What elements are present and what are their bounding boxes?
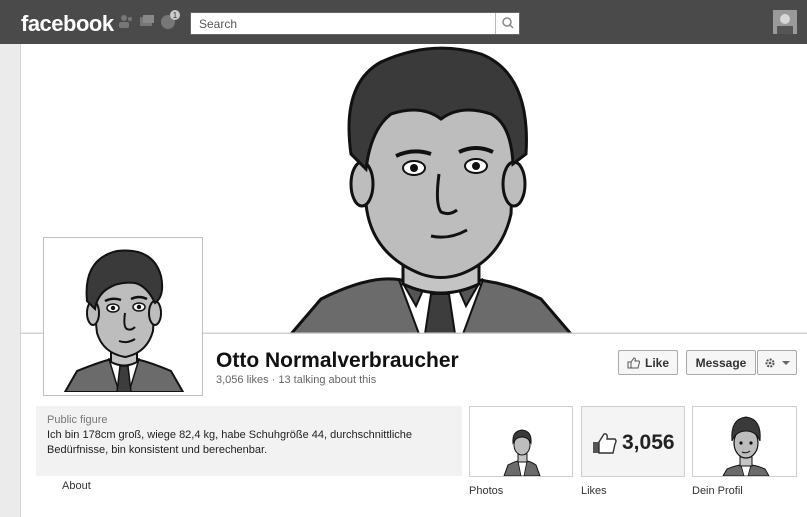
settings-dropdown-button[interactable] [757, 350, 797, 375]
profile-illustration [47, 241, 199, 392]
page-stats[interactable]: 3,056 likes · 13 talking about this [216, 374, 376, 386]
about-box[interactable]: Public figure Ich bin 178cm groß, wiege … [36, 406, 462, 476]
dein-profil-label[interactable]: Dein Profil [692, 485, 743, 497]
photos-tile[interactable] [469, 406, 573, 477]
user-avatar[interactable] [773, 10, 797, 34]
search-button[interactable] [495, 13, 519, 34]
likes-count: 3,056 [622, 431, 675, 454]
chevron-down-icon [781, 360, 790, 365]
message-button-label: Message [695, 355, 747, 370]
likes-tile[interactable]: 3,056 [581, 406, 685, 477]
user-avatar-image [773, 10, 797, 34]
photos-label[interactable]: Photos [469, 485, 503, 497]
dein-profil-thumbnail [722, 416, 770, 477]
thumbs-up-icon [593, 433, 617, 454]
page-category: Public figure [47, 414, 108, 426]
like-button[interactable]: Like [618, 350, 678, 375]
about-link[interactable]: About [62, 480, 91, 492]
notification-badge: 1 [173, 11, 178, 20]
page-description: Ich bin 178cm groß, wiege 82,4 kg, habe … [47, 429, 413, 456]
facebook-logo[interactable]: facebook [21, 11, 114, 37]
search-icon [502, 17, 514, 29]
like-button-label: Like [644, 355, 669, 370]
dein-profil-tile[interactable] [692, 406, 797, 477]
friend-requests-icon[interactable] [118, 14, 134, 29]
messages-icon[interactable] [139, 14, 155, 29]
search-input[interactable]: Search [199, 17, 237, 31]
likes-label[interactable]: Likes [581, 485, 607, 497]
thumbs-up-icon [627, 356, 640, 368]
photos-thumbnail [503, 429, 541, 477]
profile-picture[interactable] [43, 237, 203, 396]
gear-icon [765, 358, 774, 367]
notifications-globe-icon[interactable]: 1 [160, 10, 180, 30]
page-name: Otto Normalverbraucher [216, 349, 459, 372]
message-button[interactable]: Message [686, 350, 756, 375]
search-bar[interactable]: Search [190, 12, 520, 35]
top-bar: facebook 1 Search [0, 0, 807, 44]
